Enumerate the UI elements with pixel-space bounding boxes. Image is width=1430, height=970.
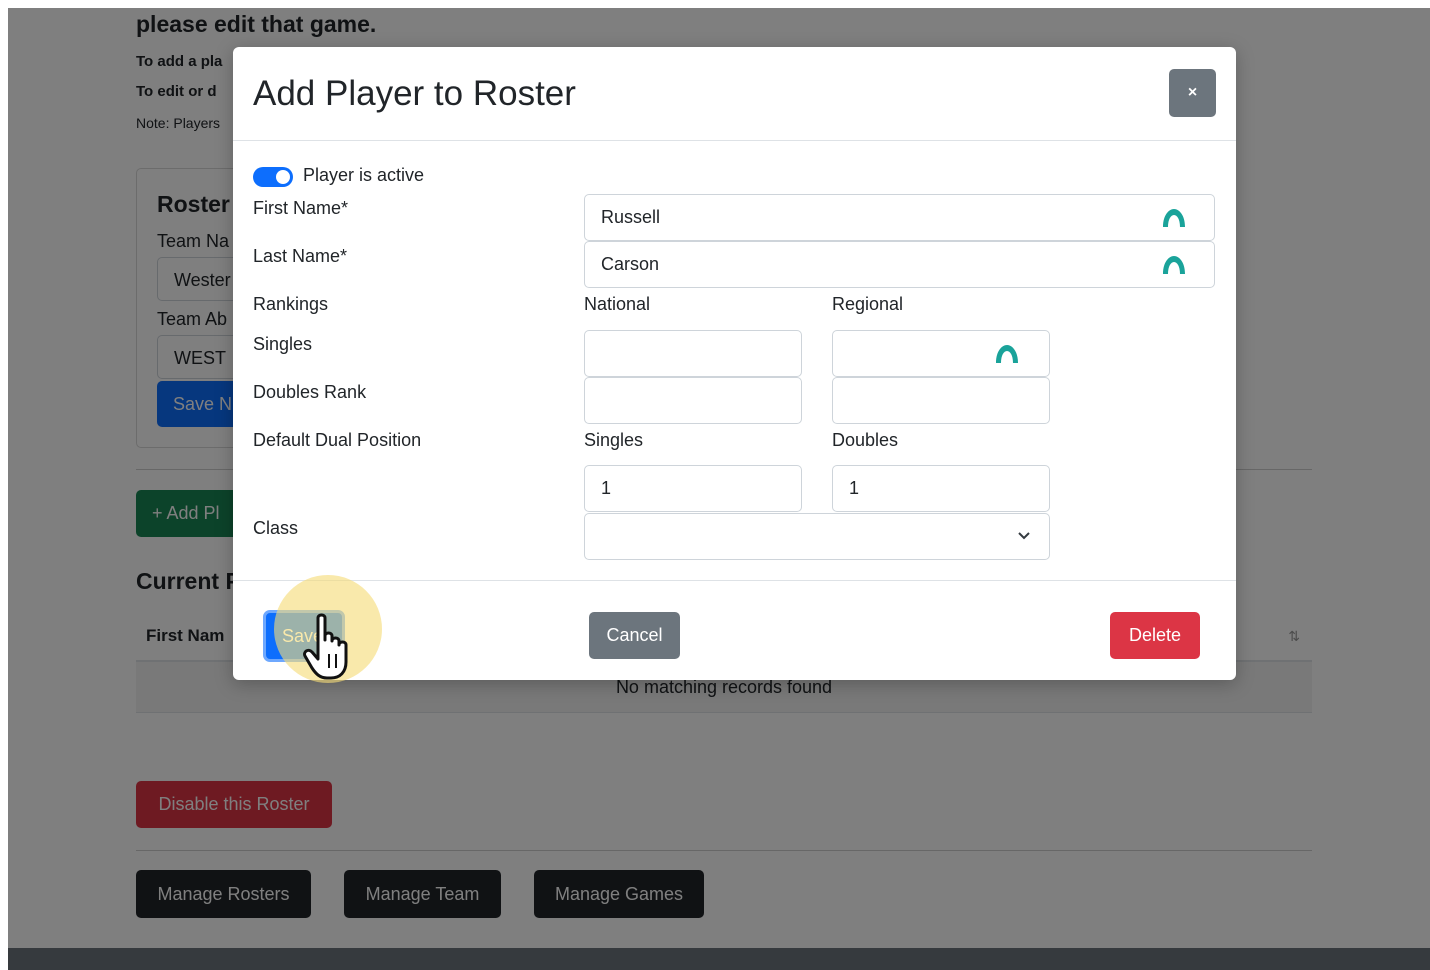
first-name-value: Russell xyxy=(601,207,661,227)
doubles-rank-label: Doubles Rank xyxy=(253,382,367,402)
last-name-value: Carson xyxy=(601,254,660,274)
singles-national-rank-input[interactable] xyxy=(584,330,802,377)
regional-header: Regional xyxy=(832,294,904,314)
dual-singles-position-input[interactable]: 1 xyxy=(584,465,802,512)
national-header: National xyxy=(584,294,651,314)
first-name-label: First Name* xyxy=(253,198,349,218)
doubles-national-rank-input[interactable] xyxy=(584,377,802,424)
rankings-label: Rankings xyxy=(253,294,329,314)
modal-header: Add Player to Roster × xyxy=(233,47,1236,141)
singles-rank-label: Singles xyxy=(253,334,313,354)
toggle-knob xyxy=(276,170,290,184)
dual-doubles-header: Doubles xyxy=(832,430,899,450)
class-label: Class xyxy=(253,518,299,538)
password-manager-icon[interactable] xyxy=(994,343,1020,365)
default-dual-position-label: Default Dual Position xyxy=(253,430,422,450)
password-manager-icon[interactable] xyxy=(1161,207,1187,229)
add-player-modal: Add Player to Roster × Player is active … xyxy=(233,47,1236,680)
delete-button[interactable]: Delete xyxy=(1110,612,1200,659)
dual-doubles-position-input[interactable]: 1 xyxy=(832,465,1050,512)
last-name-input[interactable]: Carson xyxy=(584,241,1215,288)
player-active-label: Player is active xyxy=(303,165,425,185)
doubles-regional-rank-input[interactable] xyxy=(832,377,1050,424)
close-icon: × xyxy=(1187,84,1198,101)
modal-footer xyxy=(233,580,1236,681)
password-manager-icon[interactable] xyxy=(1161,254,1187,276)
hand-pointer-icon xyxy=(303,613,348,680)
player-active-toggle[interactable] xyxy=(253,167,293,187)
chevron-down-icon xyxy=(1018,532,1030,540)
close-button[interactable]: × xyxy=(1169,69,1216,117)
class-select[interactable] xyxy=(584,513,1050,560)
dual-singles-header: Singles xyxy=(584,430,644,450)
first-name-input[interactable]: Russell xyxy=(584,194,1215,241)
singles-regional-rank-input[interactable] xyxy=(832,330,1050,377)
last-name-label: Last Name* xyxy=(253,246,348,266)
modal-title: Add Player to Roster xyxy=(253,74,576,113)
cancel-button[interactable]: Cancel xyxy=(589,612,680,659)
